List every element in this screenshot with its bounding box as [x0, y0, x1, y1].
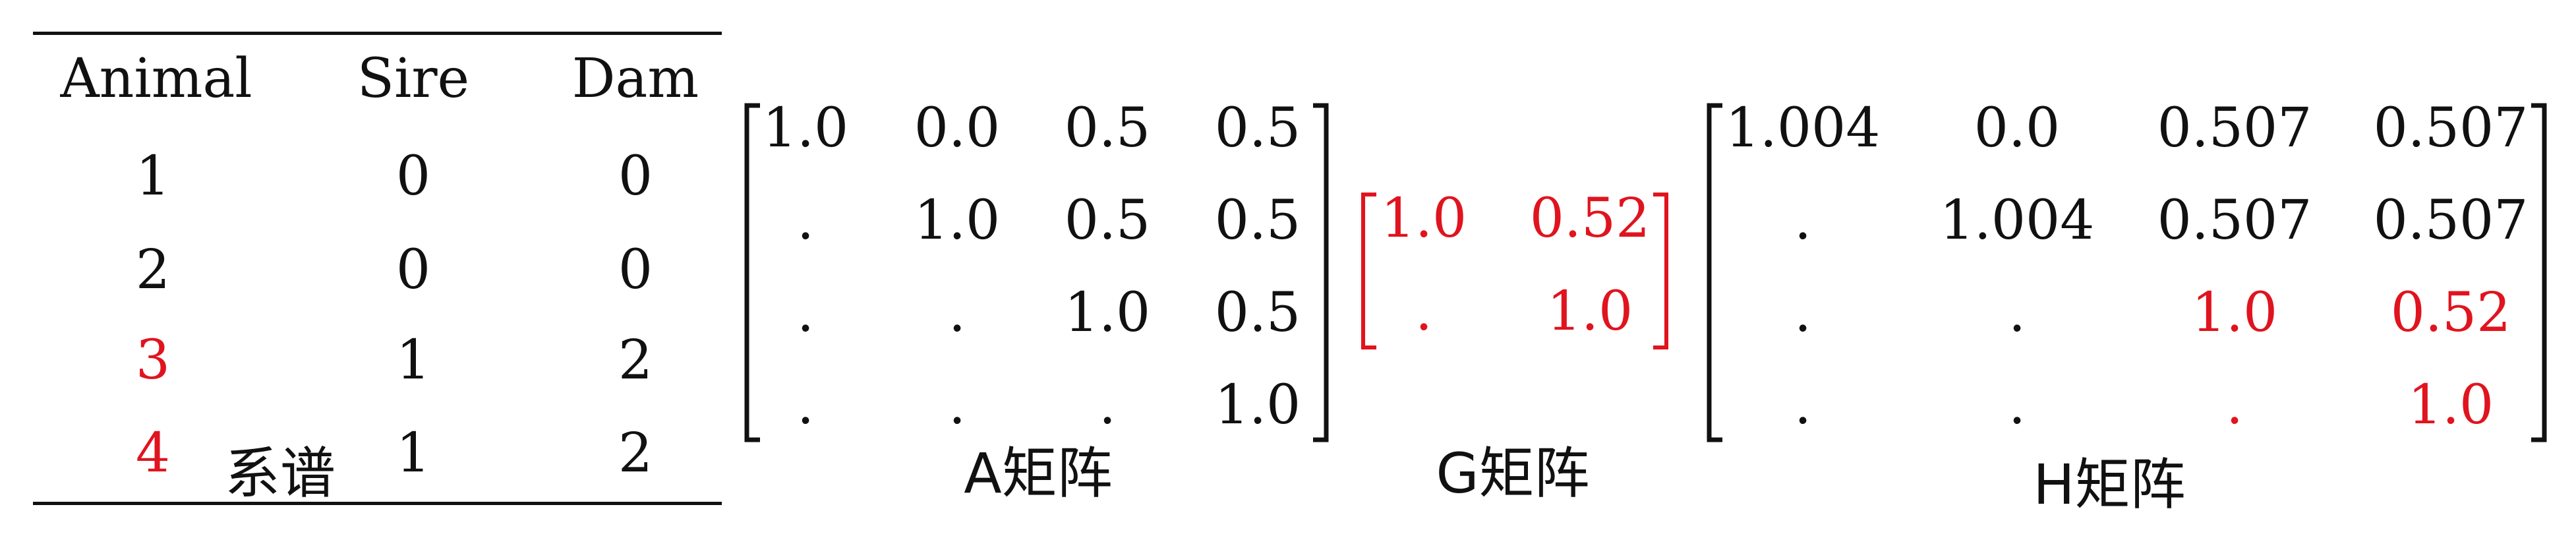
h-cell: . — [2225, 374, 2244, 436]
h-cell: 1.0 — [2407, 374, 2494, 436]
h-cell: 0.507 — [2373, 97, 2529, 160]
h-cell: . — [1794, 189, 1812, 252]
h-cell: . — [2008, 282, 2026, 344]
h-cell: . — [1794, 374, 1812, 436]
h-cell: 1.0 — [2191, 282, 2278, 344]
h-cell: 0.52 — [2390, 282, 2511, 344]
h-cell: . — [2008, 374, 2026, 436]
h-cell: 0.507 — [2157, 189, 2312, 252]
h-matrix-caption: H矩阵 — [2033, 452, 2186, 517]
h-cell: 0.507 — [2157, 97, 2312, 160]
h-cell: 0.0 — [1974, 97, 2061, 160]
h-cell: 0.507 — [2373, 189, 2529, 252]
h-matrix-brackets — [1707, 103, 2547, 442]
h-cell: . — [1794, 282, 1812, 344]
h-cell: 1.004 — [1939, 189, 2095, 252]
h-cell: 1.004 — [1725, 97, 1881, 160]
